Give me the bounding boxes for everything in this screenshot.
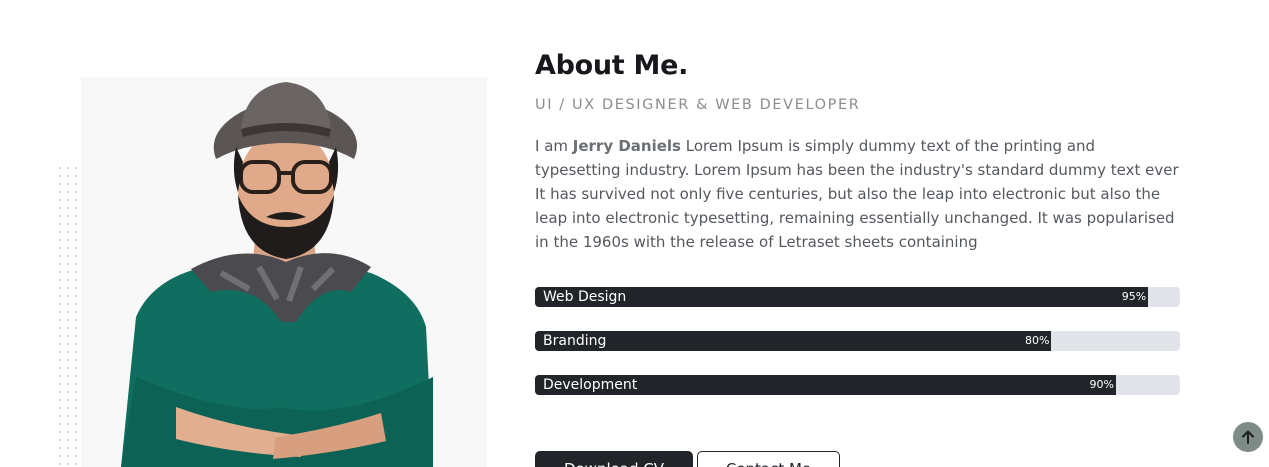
skill-label: Branding — [543, 333, 607, 349]
skill-bar-branding: Branding 80% — [535, 331, 1180, 351]
skill-label: Development — [543, 377, 638, 393]
back-to-top-button[interactable] — [1233, 422, 1263, 452]
bio-paragraph: I am Jerry Daniels Lorem Ipsum is simply… — [535, 134, 1185, 254]
about-section: About Me. UI / UX DESIGNER & WEB DEVELOP… — [0, 0, 1269, 467]
section-title: About Me. — [535, 50, 689, 81]
download-cv-button[interactable]: Download CV — [535, 451, 693, 467]
profile-photo — [81, 77, 487, 467]
skill-percent: 90% — [1089, 378, 1114, 391]
skill-bar-web-design: Web Design 95% — [535, 287, 1180, 307]
contact-me-button[interactable]: Contact Me — [697, 451, 840, 467]
bio-name: Jerry Daniels — [572, 137, 681, 155]
profile-illustration — [121, 82, 433, 467]
skill-percent: 80% — [1025, 334, 1050, 347]
skill-bar-development: Development 90% — [535, 375, 1180, 395]
skill-label: Web Design — [543, 289, 627, 305]
role-subtitle: UI / UX DESIGNER & WEB DEVELOPER — [535, 97, 861, 113]
bio-prefix: I am — [535, 137, 573, 155]
skill-bar-fill — [535, 287, 1148, 307]
skill-percent: 95% — [1121, 290, 1147, 303]
arrow-up-icon — [1242, 430, 1254, 444]
skill-bar-fill — [535, 331, 1051, 351]
